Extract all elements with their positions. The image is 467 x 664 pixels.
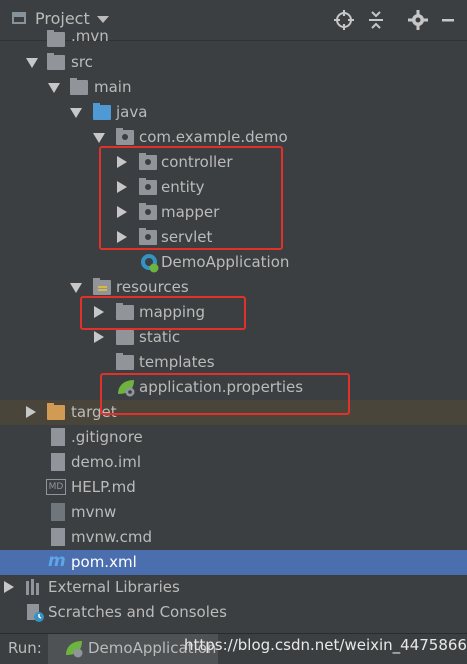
project-view-title[interactable]: Project (35, 9, 90, 28)
tree-item-label: DemoApplication (161, 253, 290, 271)
tree-item-label: Scratches and Consoles (48, 603, 227, 621)
tree-item-label: mvnw.cmd (71, 528, 153, 546)
tree-item-label: com.example.demo (139, 128, 288, 146)
text-file-icon (51, 528, 65, 546)
tree-item-scratches[interactable]: Scratches and Consoles (0, 600, 467, 625)
tree-item-demoapplication[interactable]: DemoApplication (0, 250, 467, 275)
spring-boot-run-icon (66, 641, 83, 658)
tree-item-mvnw-cmd[interactable]: mvnw.cmd (0, 525, 467, 550)
tree-item-pom-xml[interactable]: m pom.xml (0, 550, 467, 575)
tree-item-label: templates (139, 353, 215, 371)
tree-item-java[interactable]: java (0, 100, 467, 125)
libraries-icon (26, 579, 39, 595)
watermark-text: https://blog.csdn.net/weixin_44758662 (184, 636, 467, 654)
expand-arrow-icon[interactable] (70, 283, 82, 293)
source-folder-icon (93, 103, 111, 120)
tree-item-src[interactable]: src (0, 50, 467, 75)
tree-item-main[interactable]: main (0, 75, 467, 100)
tree-item-label: External Libraries (48, 578, 180, 596)
tree-item-label: HELP.md (71, 478, 136, 496)
expand-arrow-icon[interactable] (48, 83, 60, 93)
chevron-down-icon[interactable] (97, 16, 109, 23)
tree-item-label: main (94, 78, 132, 96)
run-label: Run: (8, 639, 42, 657)
iml-file-icon (51, 453, 65, 471)
tree-item-label: static (139, 328, 181, 346)
tree-item-label: demo.iml (71, 453, 141, 471)
maven-file-icon: m (48, 551, 66, 571)
folder-icon (116, 328, 134, 345)
tree-item-label: resources (116, 278, 189, 296)
tree-item-mvnw[interactable]: mvnw (0, 500, 467, 525)
collapsed-arrow-icon[interactable] (26, 406, 36, 418)
collapsed-arrow-icon[interactable] (94, 331, 104, 343)
highlight-box-mapping (80, 296, 246, 330)
tree-item-label: java (116, 103, 148, 121)
folder-icon (47, 53, 65, 70)
project-window-icon (12, 12, 26, 24)
highlight-box-packages (99, 146, 283, 250)
folder-icon (116, 353, 134, 370)
expand-arrow-icon[interactable] (26, 58, 38, 68)
collapsed-arrow-icon[interactable] (4, 581, 14, 593)
scratches-icon (27, 604, 44, 622)
gitignore-file-icon (51, 428, 65, 446)
excluded-folder-icon (47, 403, 65, 420)
script-file-icon (51, 503, 65, 521)
highlight-box-application-properties (100, 373, 350, 415)
expand-arrow-icon[interactable] (70, 108, 82, 118)
markdown-file-icon: MD (46, 479, 66, 495)
tree-item-label: .mvn (71, 27, 109, 45)
resources-folder-icon (93, 278, 111, 295)
tree-item-label: mvnw (71, 503, 117, 521)
tree-item-demo-iml[interactable]: demo.iml (0, 450, 467, 475)
tree-item-gitignore[interactable]: .gitignore (0, 425, 467, 450)
tree-item-templates[interactable]: templates (0, 350, 467, 375)
package-icon (116, 128, 134, 145)
tree-item-label: src (71, 53, 93, 71)
tree-item-help-md[interactable]: MD HELP.md (0, 475, 467, 500)
expand-arrow-icon[interactable] (93, 133, 105, 143)
tree-item-label: pom.xml (71, 553, 137, 571)
tree-item-label: .gitignore (71, 428, 143, 446)
tree-item-external-libraries[interactable]: External Libraries (0, 575, 467, 600)
spring-boot-class-icon (141, 254, 159, 273)
folder-icon (47, 30, 65, 47)
folder-icon (70, 78, 88, 95)
